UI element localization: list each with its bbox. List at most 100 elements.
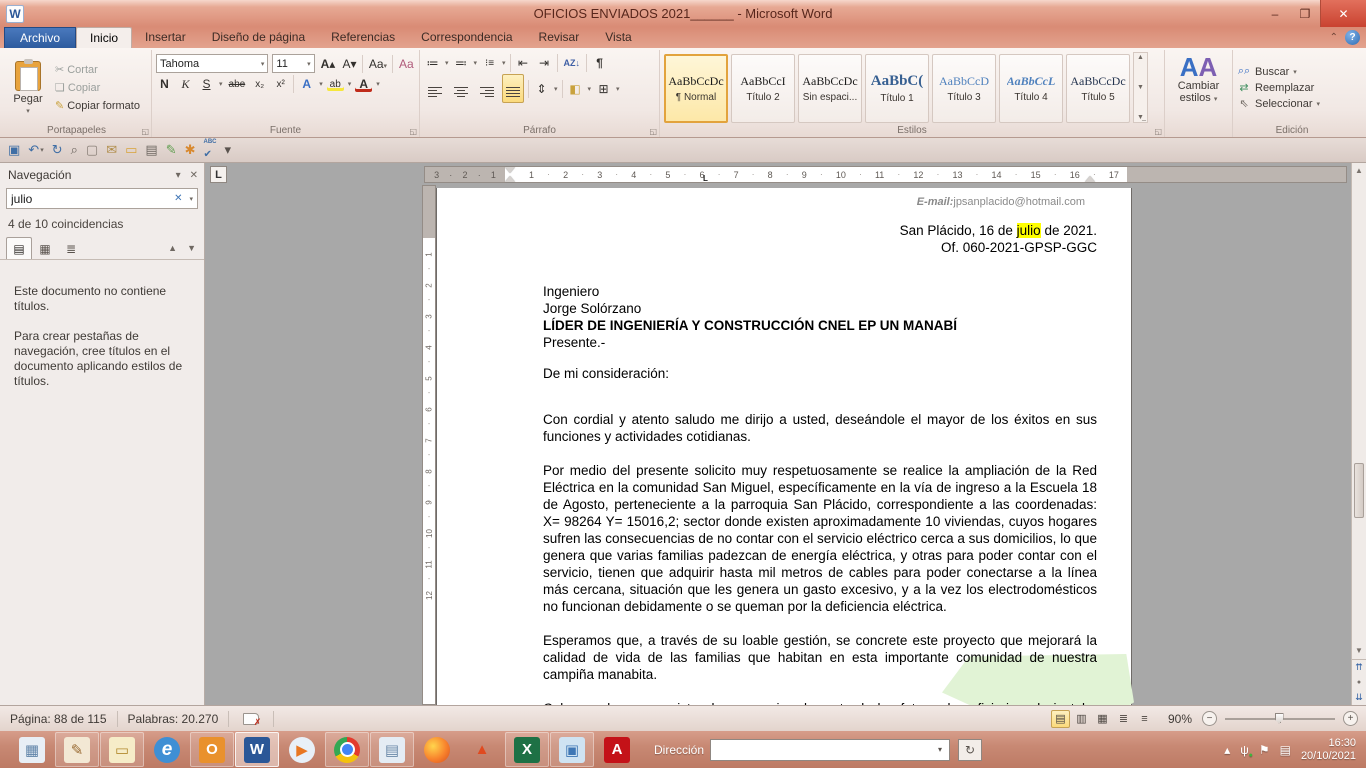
- replace-button[interactable]: ⇄Reemplazar: [1237, 81, 1347, 94]
- zoom-out-button[interactable]: −: [1202, 711, 1217, 726]
- style-título-3[interactable]: AaBbCcDTítulo 3: [932, 54, 996, 123]
- change-case-button[interactable]: Aa▾: [367, 56, 388, 72]
- redo-icon[interactable]: ↻: [50, 142, 65, 158]
- next-page-icon[interactable]: ⇊: [1352, 690, 1366, 705]
- scroll-down-icon[interactable]: ▼: [1352, 643, 1366, 658]
- style-sin-espaci-[interactable]: AaBbCcDcSin espaci...: [798, 54, 862, 123]
- navigation-pane-menu-icon[interactable]: ▾: [176, 170, 181, 181]
- browse-headings-tab[interactable]: ▤: [6, 237, 32, 259]
- document-page[interactable]: E-mail:jpsanplacido@hotmail.com San Plác…: [437, 188, 1131, 705]
- style-título-5[interactable]: AaBbCcDcTítulo 5: [1066, 54, 1130, 123]
- print-icon[interactable]: ▤: [143, 142, 159, 158]
- taskbar-clock[interactable]: 16:30 20/10/2021: [1301, 737, 1366, 763]
- paint-icon[interactable]: ✎: [55, 732, 99, 767]
- font-size-combo[interactable]: 11▾: [272, 54, 314, 73]
- new-document-icon[interactable]: ▢: [84, 142, 100, 158]
- media-player-icon[interactable]: ▶: [280, 732, 324, 767]
- first-line-indent-marker[interactable]: [505, 167, 515, 173]
- spell-check-icon[interactable]: ABC✔: [202, 140, 219, 160]
- show-paragraph-marks-button[interactable]: ¶: [591, 55, 608, 71]
- calculator-icon[interactable]: ▦: [10, 732, 54, 767]
- scanner-icon[interactable]: ▤: [370, 732, 414, 767]
- print-layout-view[interactable]: ▤: [1051, 710, 1070, 728]
- qat-more-icon[interactable]: ▾: [223, 142, 234, 158]
- right-indent-marker[interactable]: [1085, 176, 1095, 182]
- align-left-button[interactable]: [424, 74, 446, 103]
- bold-button[interactable]: N: [156, 76, 173, 92]
- select-browse-object-icon[interactable]: ●: [1352, 675, 1366, 690]
- outlook-icon[interactable]: O: [190, 732, 234, 767]
- internet-explorer-icon[interactable]: e: [145, 732, 189, 767]
- help-icon[interactable]: ?: [1345, 30, 1360, 45]
- explorer-icon[interactable]: ▭: [100, 732, 144, 767]
- increase-indent-button[interactable]: ⇥: [536, 55, 553, 71]
- firefox-icon[interactable]: [415, 732, 459, 767]
- subscript-button[interactable]: x₂: [251, 78, 268, 91]
- collapse-ribbon-icon[interactable]: ⌃: [1330, 32, 1338, 43]
- style--normal[interactable]: AaBbCcDc¶ Normal: [664, 54, 728, 123]
- strikethrough-button[interactable]: abe: [227, 78, 248, 91]
- style-título-4[interactable]: AaBbCcLTítulo 4: [999, 54, 1063, 123]
- paragraph-dialog-launcher[interactable]: ◱: [649, 127, 657, 136]
- decrease-indent-button[interactable]: ⇤: [515, 55, 532, 71]
- styles-scroll-up-icon[interactable]: ▲: [1137, 54, 1144, 61]
- outline-view[interactable]: ≣: [1114, 710, 1133, 728]
- address-go-icon[interactable]: ↻: [958, 739, 982, 761]
- change-styles-button[interactable]: Cambiarestilos ▾: [1178, 80, 1220, 106]
- align-right-button[interactable]: [476, 74, 498, 103]
- search-input[interactable]: [11, 192, 174, 206]
- draft-view[interactable]: ≡: [1135, 710, 1154, 728]
- action-center-flag-icon[interactable]: ⚑: [1259, 743, 1270, 757]
- page-indicator[interactable]: Página: 88 de 115: [0, 711, 118, 727]
- style-título-2[interactable]: AaBbCcITítulo 2: [731, 54, 795, 123]
- multilevel-list-button[interactable]: ⁝≡: [481, 57, 498, 70]
- zoom-slider-thumb[interactable]: [1275, 713, 1284, 724]
- styles-gallery-more-icon[interactable]: ▼̲: [1137, 114, 1144, 121]
- tab-stop-selector[interactable]: L: [210, 166, 227, 183]
- tab-correspondencia[interactable]: Correspondencia: [408, 27, 525, 48]
- show-hidden-icons[interactable]: ▴: [1224, 743, 1230, 757]
- text-effects-button[interactable]: A: [298, 76, 315, 92]
- print-preview-icon[interactable]: ⌕: [69, 142, 80, 158]
- styles-scroll-down-icon[interactable]: ▼: [1137, 84, 1144, 91]
- proofing-status[interactable]: [229, 711, 274, 727]
- font-color-button[interactable]: A: [355, 76, 372, 92]
- word-count[interactable]: Palabras: 20.270: [118, 711, 230, 727]
- previous-result-icon[interactable]: ▲: [168, 243, 177, 253]
- copy-button[interactable]: ❏Copiar: [52, 79, 143, 96]
- chrome-icon[interactable]: [325, 732, 369, 767]
- borders-button[interactable]: ⊞: [595, 81, 612, 97]
- save-icon[interactable]: ▣: [6, 142, 22, 158]
- address-input[interactable]: [711, 740, 931, 760]
- highlight-button[interactable]: ab: [327, 78, 344, 91]
- align-center-button[interactable]: [450, 74, 472, 103]
- navigation-pane-close-icon[interactable]: ✕: [190, 170, 198, 181]
- sort-button[interactable]: AZ↓: [562, 57, 583, 69]
- clear-search-icon[interactable]: ✕: [174, 193, 182, 204]
- line-spacing-button[interactable]: ⇕: [533, 81, 550, 97]
- tab-archivo[interactable]: Archivo: [4, 27, 76, 48]
- styles-dialog-launcher[interactable]: ◱: [1154, 127, 1162, 136]
- tab-referencias[interactable]: Referencias: [318, 27, 408, 48]
- superscript-button[interactable]: x²: [272, 78, 289, 91]
- tab-insertar[interactable]: Insertar: [132, 27, 199, 48]
- fullscreen-reading-view[interactable]: ▥: [1072, 710, 1091, 728]
- folder-favorites-icon[interactable]: ✱: [183, 142, 198, 158]
- edit-document-icon[interactable]: ✎: [164, 142, 179, 158]
- hanging-indent-marker[interactable]: [505, 176, 515, 182]
- previous-page-icon[interactable]: ⇈: [1352, 660, 1366, 675]
- tab-stop-marker[interactable]: L: [703, 175, 708, 182]
- style-título-1[interactable]: AaBbC(Título 1: [865, 54, 929, 123]
- zoom-in-button[interactable]: +: [1343, 711, 1358, 726]
- clear-formatting-button[interactable]: Aa: [397, 56, 415, 72]
- network-icon[interactable]: ▤: [1280, 743, 1291, 757]
- zoom-slider[interactable]: [1225, 718, 1335, 720]
- format-painter-button[interactable]: ✎Copiar formato: [52, 97, 143, 114]
- next-result-icon[interactable]: ▼: [187, 243, 196, 253]
- shrink-font-button[interactable]: A▾: [341, 56, 358, 72]
- shading-button[interactable]: ◧: [567, 81, 584, 97]
- tab-vista[interactable]: Vista: [592, 27, 644, 48]
- tab-diseño-de-página[interactable]: Diseño de página: [199, 27, 318, 48]
- browse-results-tab[interactable]: ≣: [58, 237, 84, 259]
- italic-button[interactable]: K: [177, 76, 194, 93]
